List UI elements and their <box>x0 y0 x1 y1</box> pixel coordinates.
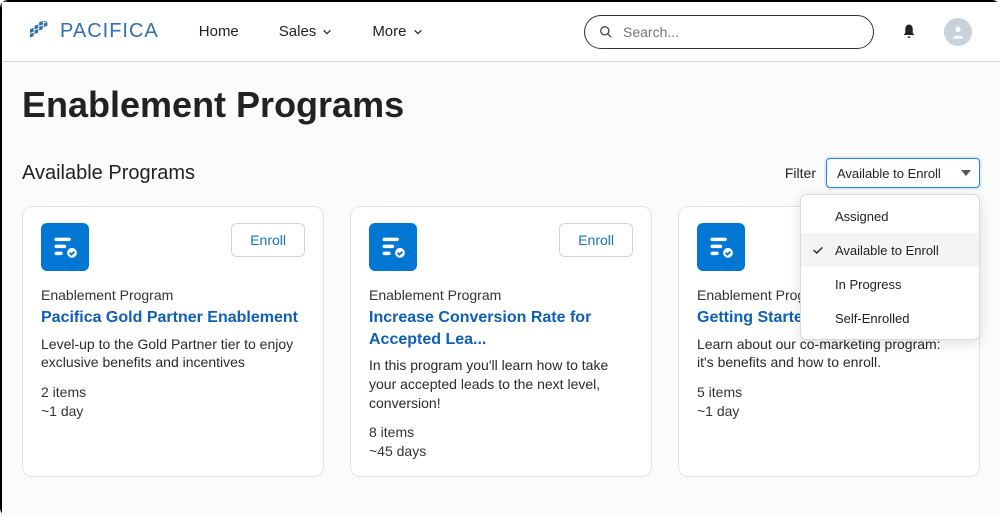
caret-down-icon <box>961 170 971 176</box>
nav-home-label: Home <box>199 23 239 40</box>
program-eyebrow: Enablement Program <box>369 287 633 303</box>
filter-option-available[interactable]: Available to Enroll <box>801 233 979 267</box>
filter-option-label: Available to Enroll <box>835 243 939 258</box>
page-body: Enablement Programs Available Programs F… <box>2 62 1000 517</box>
enroll-button[interactable]: Enroll <box>559 223 633 257</box>
nav-sales-label: Sales <box>279 23 317 40</box>
section-header: Available Programs Filter Available to E… <box>22 158 980 188</box>
user-avatar[interactable] <box>944 18 972 46</box>
nav-more-label: More <box>372 23 406 40</box>
enroll-button[interactable]: Enroll <box>231 223 305 257</box>
nav-sales[interactable]: Sales <box>279 23 333 40</box>
program-card[interactable]: Enroll Enablement Program Increase Conve… <box>350 206 652 477</box>
chevron-down-icon <box>322 27 332 37</box>
filter-label: Filter <box>785 165 816 181</box>
filter-option-label: Assigned <box>835 209 888 224</box>
global-header: PACIFICA Home Sales More <box>2 2 1000 62</box>
program-icon <box>41 223 89 271</box>
user-icon <box>950 24 966 40</box>
nav-more[interactable]: More <box>372 23 422 40</box>
program-item-count: 2 items <box>41 383 305 403</box>
filter-selected-value: Available to Enroll <box>837 166 941 181</box>
filter-zone: Filter Available to Enroll Assigned Avai… <box>785 158 980 188</box>
program-icon <box>697 223 745 271</box>
program-description: In this program you'll learn how to take… <box>369 356 633 413</box>
filter-option-selfenrolled[interactable]: Self-Enrolled <box>801 301 979 335</box>
page-title: Enablement Programs <box>22 84 980 126</box>
primary-nav: Home Sales More <box>199 23 423 40</box>
filter-option-label: Self-Enrolled <box>835 311 909 326</box>
program-duration: ~1 day <box>697 402 961 422</box>
filter-option-inprogress[interactable]: In Progress <box>801 267 979 301</box>
nav-home[interactable]: Home <box>199 23 239 40</box>
filter-option-label: In Progress <box>835 277 901 292</box>
brand-logo[interactable]: PACIFICA <box>30 20 159 43</box>
program-description: Learn about our co-marketing program: it… <box>697 335 961 373</box>
filter-select[interactable]: Available to Enroll <box>826 158 980 188</box>
chevron-down-icon <box>413 27 423 37</box>
program-eyebrow: Enablement Program <box>41 287 305 303</box>
brand-name: PACIFICA <box>60 20 159 43</box>
program-item-count: 8 items <box>369 423 633 443</box>
search-icon <box>599 25 613 39</box>
program-card[interactable]: Enroll Enablement Program Pacifica Gold … <box>22 206 324 477</box>
filter-dropdown: Assigned Available to Enroll In Progress… <box>800 194 980 340</box>
bell-icon <box>900 23 918 41</box>
search-input[interactable] <box>623 24 859 40</box>
brand-mark-icon <box>30 21 52 43</box>
program-duration: ~1 day <box>41 402 305 422</box>
global-search[interactable] <box>584 15 874 49</box>
program-title[interactable]: Increase Conversion Rate for Accepted Le… <box>369 307 633 350</box>
program-icon <box>369 223 417 271</box>
program-title[interactable]: Pacifica Gold Partner Enablement <box>41 307 305 329</box>
program-description: Level-up to the Gold Partner tier to enj… <box>41 335 305 373</box>
section-title: Available Programs <box>22 162 195 185</box>
program-item-count: 5 items <box>697 383 961 403</box>
filter-option-assigned[interactable]: Assigned <box>801 199 979 233</box>
program-duration: ~45 days <box>369 442 633 462</box>
check-icon <box>811 243 825 257</box>
notifications-button[interactable] <box>896 19 922 45</box>
